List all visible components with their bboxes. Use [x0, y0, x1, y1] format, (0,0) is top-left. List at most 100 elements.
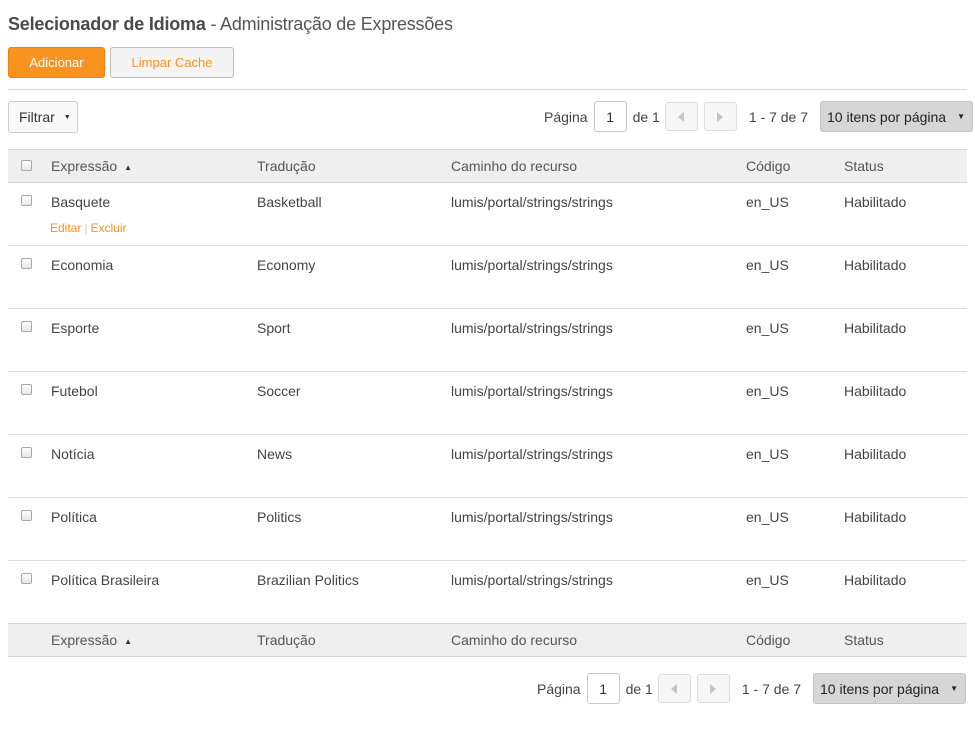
- cell-resource-path: lumis/portal/strings/strings: [451, 194, 613, 210]
- filter-label: Filtrar: [19, 109, 55, 125]
- prev-page-button[interactable]: [664, 102, 698, 131]
- cell-status: Habilitado: [844, 383, 907, 399]
- items-per-page-select[interactable]: 10 itens por página ▼: [813, 673, 966, 704]
- cell-translation: Soccer: [257, 383, 301, 399]
- page-total-label: de 1: [625, 680, 653, 697]
- select-all-checkbox[interactable]: [21, 160, 32, 171]
- cell-code: en_US: [746, 194, 789, 210]
- table-header: Expressão ▲ Tradução Caminho do recurso C…: [8, 149, 967, 183]
- chevron-right-icon: [710, 683, 717, 694]
- page-label: Página: [537, 680, 581, 697]
- cell-status: Habilitado: [844, 320, 907, 336]
- cell-resource-path: lumis/portal/strings/strings: [451, 446, 613, 462]
- item-range: 1 - 7 de 7: [748, 108, 808, 125]
- cell-translation: Basketball: [257, 194, 322, 210]
- cell-resource-path: lumis/portal/strings/strings: [451, 572, 613, 588]
- cell-status: Habilitado: [844, 257, 907, 273]
- cell-resource-path: lumis/portal/strings/strings: [451, 509, 613, 525]
- row-checkbox[interactable]: [21, 573, 32, 584]
- column-footer-code[interactable]: Código: [746, 632, 790, 648]
- caret-down-icon: ▼: [957, 112, 965, 121]
- sort-asc-icon: ▲: [124, 163, 133, 172]
- column-footer-translation[interactable]: Tradução: [257, 632, 316, 648]
- chevron-right-icon: [717, 111, 724, 122]
- cell-expression: Política: [51, 509, 97, 525]
- chevron-left-icon: [678, 111, 685, 122]
- column-footer-label: Expressão: [51, 632, 118, 648]
- table-row[interactable]: Política Politics lumis/portal/strings/s…: [8, 498, 967, 561]
- table-row[interactable]: Basquete Basketball lumis/portal/strings…: [8, 183, 967, 246]
- sort-asc-icon: ▲: [124, 637, 133, 646]
- items-per-page-value: 10 itens por página: [827, 108, 947, 125]
- cell-code: en_US: [746, 572, 789, 588]
- row-checkbox[interactable]: [21, 510, 32, 521]
- cell-resource-path: lumis/portal/strings/strings: [451, 320, 613, 336]
- cell-translation: Politics: [257, 509, 302, 525]
- items-per-page-select[interactable]: 10 itens por página ▼: [820, 101, 973, 132]
- cell-translation: News: [257, 446, 293, 462]
- row-checkbox[interactable]: [21, 258, 32, 269]
- next-page-button[interactable]: [696, 674, 730, 703]
- cell-resource-path: lumis/portal/strings/strings: [451, 383, 613, 399]
- action-separator: |: [84, 221, 88, 235]
- column-header-status[interactable]: Status: [844, 158, 884, 174]
- cell-expression: Futebol: [51, 383, 98, 399]
- page-title: Selecionador de Idioma - Administração d…: [8, 14, 453, 35]
- cell-code: en_US: [746, 383, 789, 399]
- column-header-resource-path[interactable]: Caminho do recurso: [451, 158, 577, 174]
- column-footer-resource-path[interactable]: Caminho do recurso: [451, 632, 577, 648]
- page-total-label: de 1: [632, 108, 660, 125]
- page-label: Página: [544, 108, 588, 125]
- cell-status: Habilitado: [844, 194, 907, 210]
- cell-expression: Economia: [51, 257, 114, 273]
- table-row[interactable]: Política Brasileira Brazilian Politics l…: [8, 561, 967, 624]
- delete-link[interactable]: Excluir: [90, 221, 126, 235]
- table-row[interactable]: Economia Economy lumis/portal/strings/st…: [8, 246, 967, 309]
- items-per-page-value: 10 itens por página: [820, 680, 940, 697]
- prev-page-button[interactable]: [657, 674, 691, 703]
- column-footer-status[interactable]: Status: [844, 632, 884, 648]
- page-number-input[interactable]: [593, 101, 627, 132]
- row-checkbox[interactable]: [21, 321, 32, 332]
- column-header-translation[interactable]: Tradução: [257, 158, 316, 174]
- next-page-button[interactable]: [703, 102, 737, 131]
- column-header-expression[interactable]: Expressão ▲: [51, 158, 132, 174]
- cell-translation: Sport: [257, 320, 291, 336]
- filter-dropdown[interactable]: Filtrar ▼: [8, 101, 78, 133]
- row-checkbox[interactable]: [21, 195, 32, 206]
- page-title-subtitle: - Administração de Expressões: [205, 14, 453, 34]
- page-title-bold: Selecionador de Idioma: [8, 14, 206, 34]
- divider: [8, 89, 967, 90]
- caret-down-icon: ▼: [950, 684, 958, 693]
- chevron-left-icon: [671, 683, 678, 694]
- table-row[interactable]: Esporte Sport lumis/portal/strings/strin…: [8, 309, 967, 372]
- table-footer: Expressão ▲ Tradução Caminho do recurso C…: [8, 623, 967, 657]
- add-button[interactable]: Adicionar: [8, 47, 105, 78]
- row-checkbox[interactable]: [21, 447, 32, 458]
- caret-down-icon: ▼: [63, 113, 71, 121]
- cell-translation: Brazilian Politics: [257, 572, 359, 588]
- cell-status: Habilitado: [844, 446, 907, 462]
- row-checkbox[interactable]: [21, 384, 32, 395]
- cell-translation: Economy: [257, 257, 316, 273]
- clear-cache-button[interactable]: Limpar Cache: [110, 47, 234, 78]
- page-number-input[interactable]: [586, 673, 620, 704]
- column-header-label: Expressão: [51, 158, 118, 174]
- item-range: 1 - 7 de 7: [741, 680, 801, 697]
- edit-link[interactable]: Editar: [50, 221, 81, 235]
- table-row[interactable]: Notícia News lumis/portal/strings/string…: [8, 435, 967, 498]
- column-footer-expression[interactable]: Expressão ▲: [51, 632, 132, 648]
- cell-status: Habilitado: [844, 509, 907, 525]
- table-row[interactable]: Futebol Soccer lumis/portal/strings/stri…: [8, 372, 967, 435]
- cell-code: en_US: [746, 257, 789, 273]
- cell-code: en_US: [746, 446, 789, 462]
- column-header-code[interactable]: Código: [746, 158, 790, 174]
- cell-resource-path: lumis/portal/strings/strings: [451, 257, 613, 273]
- pagination-top: Página de 1 1 - 7 de 7 10 itens por pági…: [544, 101, 973, 132]
- cell-expression: Notícia: [51, 446, 95, 462]
- cell-expression: Basquete: [51, 194, 111, 210]
- cell-code: en_US: [746, 509, 789, 525]
- cell-expression: Política Brasileira: [51, 572, 160, 588]
- cell-code: en_US: [746, 320, 789, 336]
- cell-status: Habilitado: [844, 572, 907, 588]
